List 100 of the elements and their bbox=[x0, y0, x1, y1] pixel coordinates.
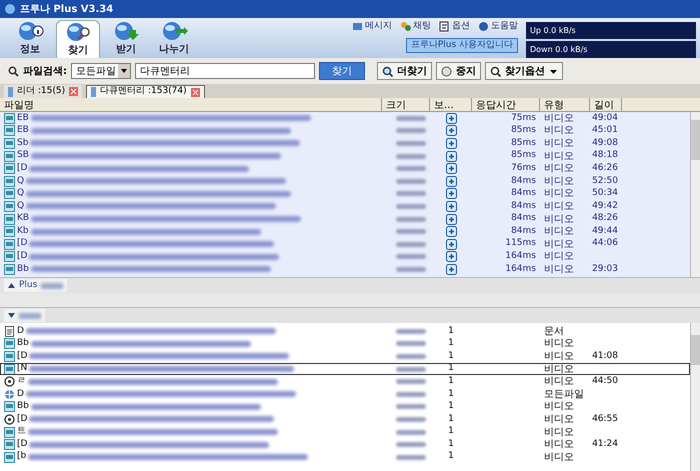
file-name-start: Bb bbox=[17, 262, 29, 276]
result-tab[interactable]: 다큐멘터리 :153(74) bbox=[86, 85, 205, 98]
video-file-icon bbox=[4, 452, 15, 463]
menu-link[interactable]: 채팅 bbox=[400, 20, 431, 34]
source-count: 1 bbox=[448, 412, 454, 426]
main-tab[interactable]: 정보 bbox=[8, 20, 52, 58]
blurred-file-size bbox=[396, 178, 426, 184]
section-toggle[interactable]: Plus bbox=[4, 279, 68, 292]
blurred-file-size bbox=[396, 204, 426, 209]
file-name-start: Q bbox=[17, 200, 24, 213]
plus-source-icon bbox=[446, 214, 456, 225]
table-row[interactable]: [b 1 비디오 bbox=[0, 450, 690, 464]
video-file-icon bbox=[4, 138, 15, 149]
plus-source-icon bbox=[446, 112, 456, 124]
menu-link[interactable]: 메시지 bbox=[352, 20, 392, 34]
table-row[interactable]: ㄹ 1 비디오 44:50 bbox=[0, 375, 690, 388]
file-type: 비디오 bbox=[544, 438, 574, 452]
blurred-file-size bbox=[396, 442, 426, 448]
scrollbar[interactable] bbox=[690, 112, 700, 277]
table-row[interactable]: Bb 1 비디오 bbox=[0, 400, 690, 414]
file-type: 비디오 bbox=[544, 350, 574, 364]
file-length: 41:24 bbox=[592, 438, 618, 451]
table-row[interactable]: [D 1 비디오 41:08 bbox=[0, 350, 690, 363]
plus-user-banner[interactable]: 프루나Plus 사용자입니다 bbox=[406, 38, 518, 53]
file-type: 비디오 bbox=[544, 136, 574, 151]
video-file-icon bbox=[4, 264, 15, 275]
action-button[interactable]: 중지 bbox=[436, 62, 481, 80]
response-time: 75ms bbox=[511, 112, 536, 125]
app-icon bbox=[4, 3, 16, 15]
table-row[interactable]: [D 1 비디오 46:55 bbox=[0, 413, 690, 426]
file-name-start: Sb bbox=[17, 136, 28, 150]
file-name-start: Bb bbox=[17, 337, 29, 350]
table-row[interactable]: D 1 모든파일 bbox=[0, 388, 690, 401]
option-icon bbox=[439, 21, 450, 32]
help-icon bbox=[478, 21, 489, 32]
blurred-file-size bbox=[396, 430, 426, 435]
main-tab[interactable]: 나누기 bbox=[152, 20, 196, 58]
video-file-icon bbox=[4, 251, 15, 262]
file-type: 비디오 bbox=[544, 262, 574, 277]
file-type-dropdown[interactable]: 모든파일 bbox=[71, 63, 131, 79]
video-file-icon bbox=[4, 364, 15, 375]
tab-page-icon bbox=[8, 86, 13, 96]
video-file-icon bbox=[4, 188, 15, 200]
section-toggle[interactable] bbox=[4, 309, 45, 322]
video-file-icon bbox=[4, 163, 15, 174]
plus-source-icon bbox=[446, 200, 456, 212]
file-type: 비디오 bbox=[544, 400, 574, 414]
response-time: 85ms bbox=[511, 124, 536, 138]
blurred-file-size bbox=[396, 254, 426, 260]
file-length: 49:08 bbox=[592, 136, 618, 150]
action-button[interactable]: 찾기옵션 bbox=[485, 62, 563, 80]
table-row[interactable]: [D 1 비디오 41:24 bbox=[0, 438, 690, 451]
file-length: 45:01 bbox=[592, 124, 618, 138]
file-type: 비디오 bbox=[544, 212, 574, 226]
search-label: 파일검색: bbox=[23, 64, 67, 78]
table-row[interactable]: D 1 문서 bbox=[0, 325, 690, 338]
result-tab[interactable]: 리더 :15(5) bbox=[4, 85, 82, 98]
file-length: 46:26 bbox=[592, 162, 618, 175]
file-name-start: Q bbox=[17, 174, 24, 188]
expanded-arrow-icon bbox=[8, 312, 15, 319]
file-name-start: ㄹ bbox=[17, 374, 26, 388]
video-file-icon bbox=[4, 426, 15, 438]
file-length: 44:50 bbox=[592, 374, 618, 388]
main-tab[interactable]: 찾기 bbox=[56, 20, 100, 58]
blurred-file-size bbox=[396, 128, 426, 134]
action-button[interactable]: 더찾기 bbox=[377, 62, 432, 80]
blurred-file-size bbox=[396, 116, 426, 121]
plus-source-icon bbox=[446, 125, 456, 136]
message-icon bbox=[352, 21, 363, 32]
magnifier-icon bbox=[490, 66, 501, 76]
table-row[interactable]: 트 1 비디오 bbox=[0, 426, 690, 438]
response-time: 84ms bbox=[511, 187, 536, 200]
menu-link[interactable]: 도움말 bbox=[478, 20, 518, 34]
file-type: 비디오 bbox=[544, 187, 574, 202]
chat-icon bbox=[400, 21, 411, 32]
media-disc-icon bbox=[4, 414, 15, 425]
table-row[interactable]: Bb 1 비디오 bbox=[0, 338, 690, 350]
scrollbar[interactable] bbox=[690, 323, 700, 471]
file-name-start: [D bbox=[17, 237, 28, 250]
plus-source-icon bbox=[446, 176, 456, 187]
main-tab[interactable]: 받기 bbox=[104, 20, 148, 58]
globe-down-arrow-badge-icon bbox=[112, 20, 140, 42]
blurred-file-size bbox=[396, 166, 426, 172]
file-length: 44:06 bbox=[592, 237, 618, 250]
file-name-start: D bbox=[17, 388, 24, 401]
file-type: 비디오 bbox=[544, 200, 574, 214]
magnifier-icon bbox=[382, 66, 393, 76]
search-button[interactable]: 찾기 bbox=[319, 62, 365, 80]
file-type: 비디오 bbox=[544, 150, 574, 164]
source-count: 1 bbox=[448, 374, 454, 388]
blurred-file-size bbox=[396, 379, 426, 384]
file-type: 비디오 bbox=[544, 362, 574, 376]
search-icon bbox=[8, 66, 19, 76]
globe-info-badge-icon bbox=[16, 20, 44, 42]
file-name-start: [D bbox=[17, 350, 28, 363]
menu-link[interactable]: 옵션 bbox=[439, 20, 470, 34]
file-type: 비디오 bbox=[544, 412, 574, 427]
plus-source-icon bbox=[446, 251, 456, 262]
search-input[interactable]: 다큐멘터리 bbox=[135, 63, 315, 79]
response-time: 115ms bbox=[505, 237, 536, 250]
